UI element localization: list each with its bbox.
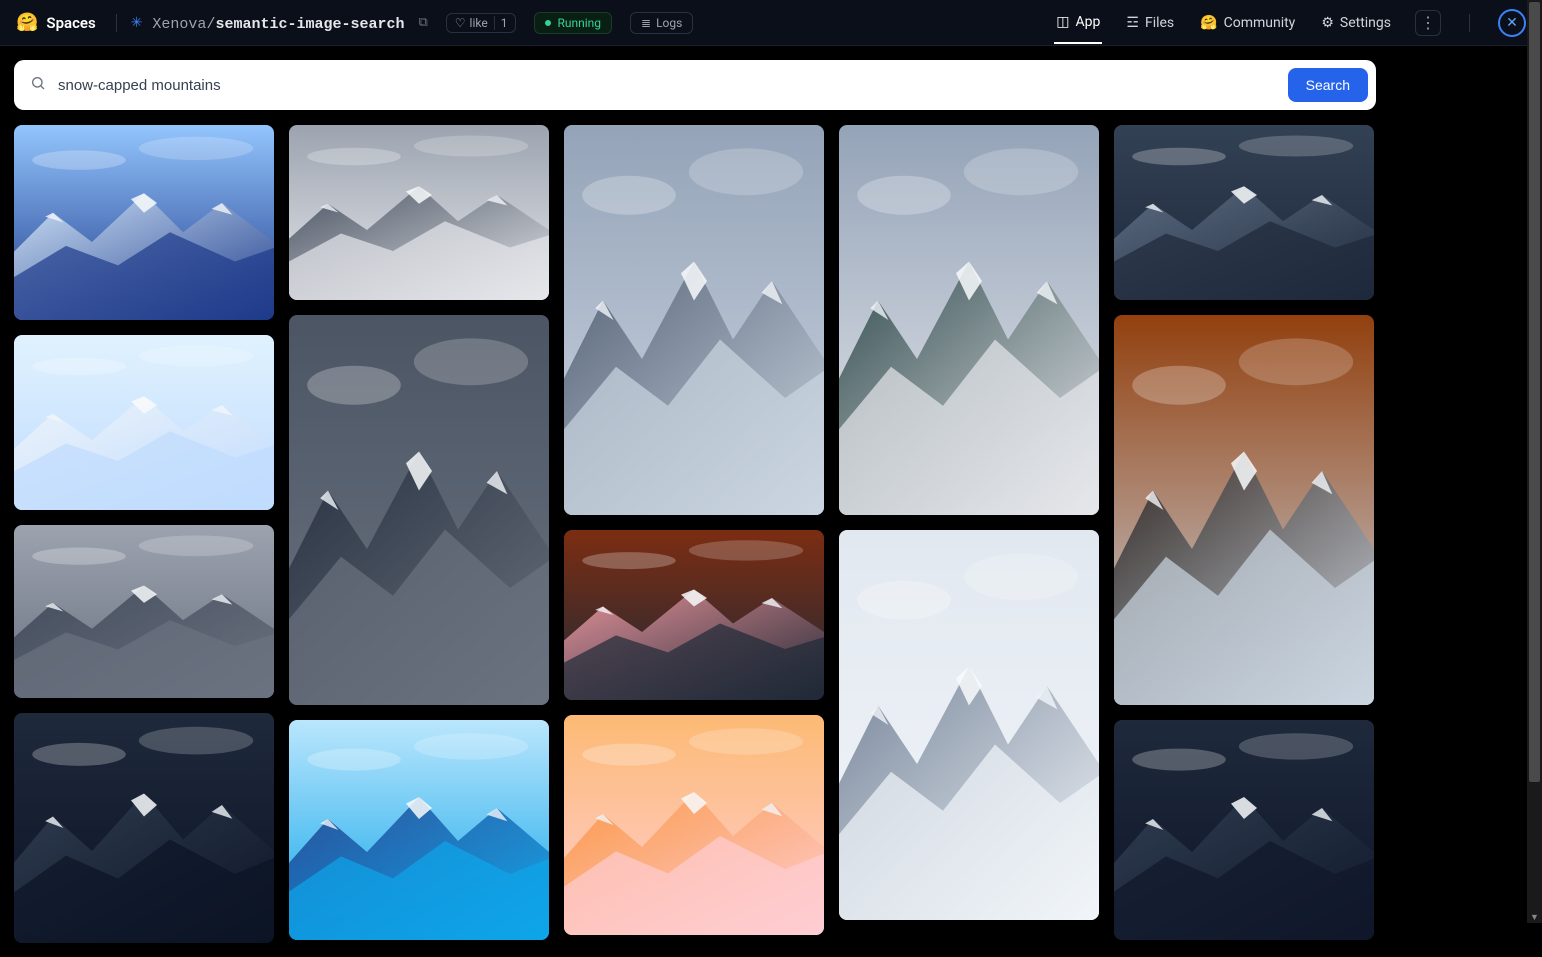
gallery-column xyxy=(839,125,1099,943)
gallery-column xyxy=(289,125,549,943)
gallery-column xyxy=(14,125,274,943)
search-icon xyxy=(30,75,46,95)
dots-vertical-icon: ⋮ xyxy=(1420,13,1436,32)
tab-community-label: Community xyxy=(1224,15,1296,31)
scroll-down-arrow-icon[interactable]: ▼ xyxy=(1530,912,1539,921)
like-label: like xyxy=(470,16,488,30)
spaces-label[interactable]: Spaces xyxy=(46,14,95,32)
gallery-column xyxy=(564,125,824,943)
search-button[interactable]: Search xyxy=(1288,68,1368,102)
tab-app-label: App xyxy=(1076,14,1101,30)
like-button[interactable]: ♡ like 1 xyxy=(446,13,517,33)
search-bar: Search xyxy=(14,60,1376,110)
tab-settings[interactable]: ⚙ Settings xyxy=(1319,3,1393,43)
user-avatar[interactable]: ✕ xyxy=(1498,9,1526,37)
image-result-tile[interactable] xyxy=(564,715,824,935)
topbar-right-group: ◫ App ☲ Files 🤗 Community ⚙ Settings ⋮ ✕ xyxy=(1054,2,1526,44)
files-icon: ☲ xyxy=(1126,15,1139,31)
huggingface-logo-icon[interactable]: 🤗 xyxy=(16,12,38,33)
image-result-tile[interactable] xyxy=(839,530,1099,920)
image-result-tile[interactable] xyxy=(14,525,274,698)
vertical-scrollbar[interactable]: ▼ xyxy=(1527,0,1542,923)
search-input[interactable] xyxy=(58,77,1276,94)
image-result-tile[interactable] xyxy=(1114,720,1374,940)
heart-icon: ♡ xyxy=(455,16,466,30)
divider xyxy=(116,14,117,32)
image-result-tile[interactable] xyxy=(14,335,274,510)
scrollbar-thumb[interactable] xyxy=(1529,2,1540,782)
tab-app[interactable]: ◫ App xyxy=(1054,2,1102,44)
space-type-icon: ✳ xyxy=(131,15,143,31)
tab-files-label: Files xyxy=(1145,15,1174,31)
image-result-tile[interactable] xyxy=(1114,315,1374,705)
app-icon: ◫ xyxy=(1056,14,1069,30)
community-icon: 🤗 xyxy=(1200,15,1217,31)
image-result-tile[interactable] xyxy=(289,315,549,705)
image-result-tile[interactable] xyxy=(289,125,549,300)
tab-settings-label: Settings xyxy=(1340,15,1391,31)
repo-owner: Xenova xyxy=(152,16,206,33)
divider xyxy=(1469,14,1470,32)
repo-name: semantic-image-search xyxy=(215,16,404,33)
status-badge[interactable]: Running xyxy=(534,12,612,34)
topbar-left-group: 🤗 Spaces ✳ Xenova/semantic-image-search … xyxy=(16,12,693,34)
image-result-tile[interactable] xyxy=(564,530,824,700)
image-result-tile[interactable] xyxy=(14,713,274,943)
image-result-tile[interactable] xyxy=(1114,125,1374,300)
image-result-tile[interactable] xyxy=(289,720,549,940)
like-count: 1 xyxy=(494,16,508,30)
logs-icon: ≣ xyxy=(641,16,651,30)
logs-label: Logs xyxy=(656,16,682,30)
top-navigation-bar: 🤗 Spaces ✳ Xenova/semantic-image-search … xyxy=(0,0,1542,46)
avatar-glyph-icon: ✕ xyxy=(1506,15,1518,31)
image-result-tile[interactable] xyxy=(839,125,1099,515)
logs-button[interactable]: ≣ Logs xyxy=(630,12,693,34)
gallery-column xyxy=(1114,125,1374,943)
repo-path[interactable]: Xenova/semantic-image-search xyxy=(152,13,404,33)
app-content-frame: Search xyxy=(0,46,1390,957)
image-result-tile[interactable] xyxy=(564,125,824,515)
status-label: Running xyxy=(557,16,601,30)
image-result-tile[interactable] xyxy=(14,125,274,320)
status-dot-icon xyxy=(545,20,551,26)
copy-icon[interactable]: ⧉ xyxy=(418,15,427,30)
gear-icon: ⚙ xyxy=(1321,15,1334,31)
tab-files[interactable]: ☲ Files xyxy=(1124,3,1176,43)
tab-community[interactable]: 🤗 Community xyxy=(1198,3,1297,43)
more-menu-button[interactable]: ⋮ xyxy=(1415,10,1441,36)
image-results-gallery xyxy=(14,125,1376,943)
